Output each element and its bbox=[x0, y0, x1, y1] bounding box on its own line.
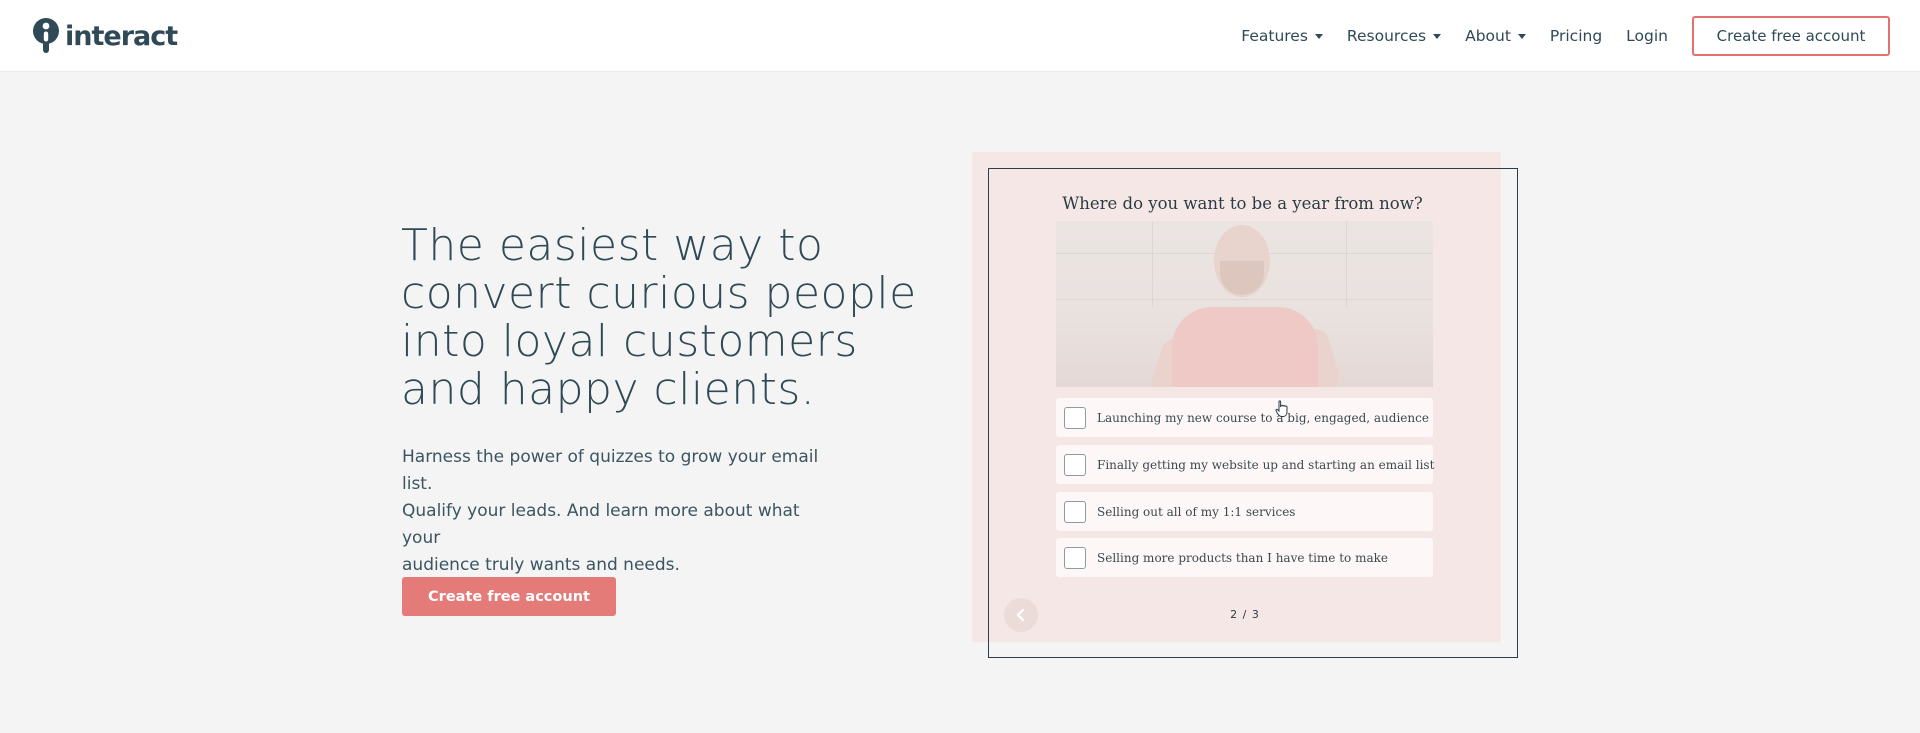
quiz-option-label: Finally getting my website up and starti… bbox=[1097, 457, 1435, 472]
hero-create-account-button[interactable]: Create free account bbox=[402, 577, 616, 616]
nav-about[interactable]: About bbox=[1465, 27, 1526, 45]
quiz-option-label: Selling out all of my 1:1 services bbox=[1097, 504, 1296, 519]
photo-wall-line bbox=[1346, 221, 1347, 307]
quiz-back-button[interactable] bbox=[1004, 598, 1038, 632]
nav-about-label: About bbox=[1465, 27, 1511, 45]
logo-mark-icon bbox=[33, 18, 59, 53]
hero-title: The easiest way to convert curious peopl… bbox=[401, 222, 961, 414]
hero-subtitle-line: Harness the power of quizzes to grow you… bbox=[402, 447, 819, 494]
quiz-pager: 2 / 3 bbox=[1230, 608, 1260, 621]
caret-down-icon bbox=[1433, 33, 1442, 39]
main-nav: Features Resources About Pricing Login C… bbox=[1217, 16, 1890, 56]
photo-body bbox=[1172, 307, 1318, 387]
hero-title-line: and happy clients. bbox=[401, 364, 816, 415]
quiz-option[interactable]: Selling more products than I have time t… bbox=[1056, 538, 1433, 577]
hero-subtitle-line: Qualify your leads. And learn more about… bbox=[402, 501, 800, 548]
nav-resources[interactable]: Resources bbox=[1346, 27, 1442, 45]
caret-down-icon bbox=[1517, 33, 1526, 39]
nav-resources-label: Resources bbox=[1346, 27, 1427, 45]
hero-title-line: The easiest way to bbox=[401, 220, 824, 271]
logo-text: interact bbox=[65, 20, 178, 52]
hero-title-line: into loyal customers bbox=[401, 316, 858, 367]
quiz-photo bbox=[1056, 221, 1433, 387]
photo-wall-line bbox=[1152, 221, 1153, 307]
quiz-option-label: Launching my new course to a big, engage… bbox=[1097, 410, 1429, 425]
nav-features-label: Features bbox=[1241, 27, 1308, 45]
header-create-account-label: Create free account bbox=[1716, 27, 1866, 45]
hero-subtitle-line: audience truly wants and needs. bbox=[402, 555, 680, 575]
hand-cursor-icon bbox=[1275, 400, 1288, 417]
quiz-option[interactable]: Launching my new course to a big, engage… bbox=[1056, 398, 1433, 437]
header-create-account-button[interactable]: Create free account bbox=[1692, 16, 1890, 56]
checkbox[interactable] bbox=[1064, 406, 1086, 429]
site-header: interact Features Resources About Pricin… bbox=[0, 0, 1920, 72]
quiz-option[interactable]: Selling out all of my 1:1 services bbox=[1056, 492, 1433, 531]
nav-login-label: Login bbox=[1626, 27, 1668, 45]
nav-features[interactable]: Features bbox=[1241, 27, 1323, 45]
quiz-question: Where do you want to be a year from now? bbox=[1062, 194, 1423, 213]
checkbox[interactable] bbox=[1064, 500, 1086, 523]
nav-pricing-label: Pricing bbox=[1549, 27, 1603, 45]
hero-create-account-label: Create free account bbox=[428, 588, 590, 605]
checkbox[interactable] bbox=[1064, 546, 1086, 569]
nav-pricing[interactable]: Pricing bbox=[1550, 27, 1602, 45]
hero-title-line: convert curious people bbox=[401, 268, 917, 319]
checkbox[interactable] bbox=[1064, 453, 1086, 476]
chevron-left-icon bbox=[1016, 608, 1025, 622]
logo[interactable]: interact bbox=[32, 17, 178, 55]
caret-down-icon bbox=[1314, 33, 1323, 39]
quiz-option-label: Selling more products than I have time t… bbox=[1097, 550, 1388, 565]
photo-wall-line bbox=[1056, 299, 1433, 300]
hero-subtitle: Harness the power of quizzes to grow you… bbox=[402, 444, 842, 579]
nav-login[interactable]: Login bbox=[1626, 27, 1668, 45]
quiz-option[interactable]: Finally getting my website up and starti… bbox=[1056, 445, 1435, 484]
